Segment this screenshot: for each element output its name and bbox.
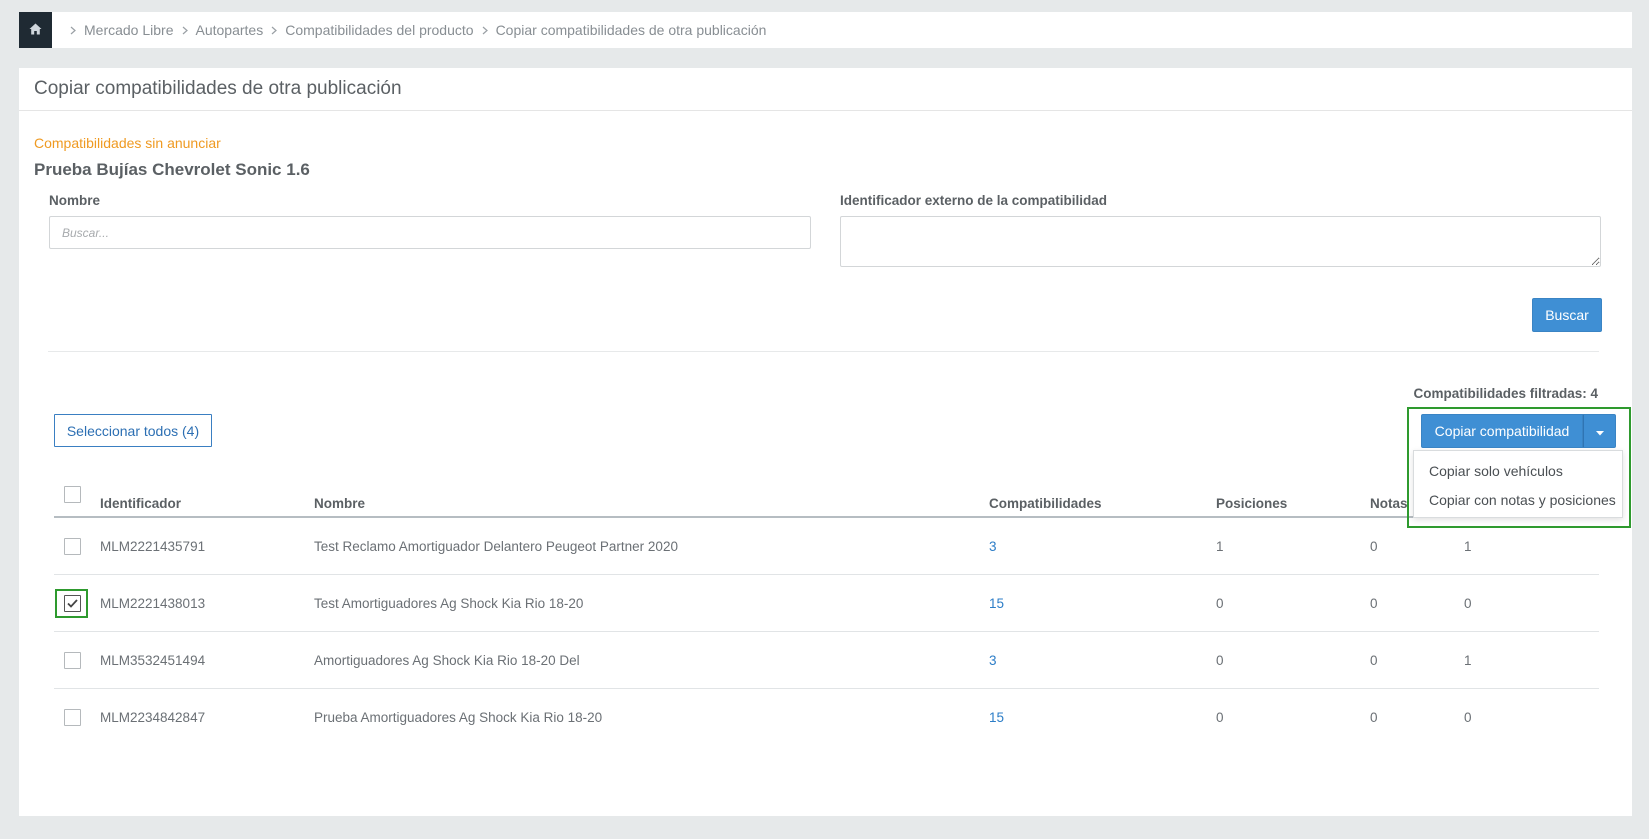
home-button[interactable]	[19, 12, 52, 48]
row-identifier: MLM3532451494	[100, 653, 206, 668]
name-search-input[interactable]	[49, 216, 811, 249]
row-checkbox[interactable]	[64, 595, 81, 612]
table-row: MLM2234842847 Prueba Amortiguadores Ag S…	[54, 689, 1599, 746]
column-header-identificador: Identificador	[100, 496, 182, 511]
compatibilities-table: Identificador Nombre Compatibilidades Po…	[54, 473, 1599, 746]
chevron-right-icon	[271, 26, 278, 35]
row-positions: 0	[1216, 596, 1224, 611]
main-panel: Copiar compatibilidades de otra publicac…	[19, 68, 1632, 816]
column-header-notas: Notas	[1370, 496, 1408, 511]
column-header-nombre: Nombre	[314, 496, 366, 511]
row-name: Amortiguadores Ag Shock Kia Rio 18-20 De…	[314, 653, 580, 668]
row-notes: 0	[1370, 539, 1378, 554]
row-name: Test Amortiguadores Ag Shock Kia Rio 18-…	[314, 596, 584, 611]
filtered-count: Compatibilidades filtradas: 4	[1413, 386, 1598, 401]
row-checkbox[interactable]	[64, 709, 81, 726]
copy-menu-highlight	[1407, 407, 1631, 528]
row-checkbox[interactable]	[64, 538, 81, 555]
row-compat-link[interactable]: 3	[989, 539, 997, 554]
row-positions: 1	[1216, 539, 1224, 554]
table-row: MLM3532451494 Amortiguadores Ag Shock Ki…	[54, 632, 1599, 689]
row-compat-link[interactable]: 15	[989, 596, 1004, 611]
row-notes: 0	[1370, 653, 1378, 668]
row-notes: 0	[1370, 596, 1378, 611]
page-title: Copiar compatibilidades de otra publicac…	[19, 68, 1632, 111]
select-all-checkbox[interactable]	[64, 486, 81, 503]
breadcrumb-item-autopartes[interactable]: Autopartes	[196, 22, 264, 38]
chevron-right-icon	[182, 26, 188, 35]
section-subtitle: Compatibilidades sin anunciar	[34, 135, 221, 151]
row-identifier: MLM2221435791	[100, 539, 206, 554]
table-header: Identificador Nombre Compatibilidades Po…	[54, 473, 1599, 518]
row-positions: 0	[1216, 710, 1224, 725]
breadcrumb-item-current: Copiar compatibilidades de otra publicac…	[495, 22, 767, 38]
row-name: Prueba Amortiguadores Ag Shock Kia Rio 1…	[314, 710, 603, 725]
row-compat-link[interactable]: 3	[989, 653, 997, 668]
table-row: MLM2221438013 Test Amortiguadores Ag Sho…	[54, 575, 1599, 632]
row-identifier: MLM2234842847	[100, 710, 206, 725]
row-name: Test Reclamo Amortiguador Delantero Peug…	[314, 539, 678, 554]
row-positions: 0	[1216, 653, 1224, 668]
breadcrumb-item-mercado-libre[interactable]: Mercado Libre	[84, 22, 174, 38]
divider	[48, 351, 1599, 352]
row-identifier: MLM2221438013	[100, 596, 206, 611]
row-checkbox[interactable]	[64, 652, 81, 669]
search-button[interactable]: Buscar	[1532, 298, 1602, 332]
row-extra: 1	[1464, 653, 1472, 668]
row-extra: 0	[1464, 596, 1472, 611]
column-header-compatibilidades: Compatibilidades	[989, 496, 1102, 511]
external-id-label: Identificador externo de la compatibilid…	[840, 193, 1108, 208]
row-compat-link[interactable]: 15	[989, 710, 1004, 725]
chevron-right-icon	[70, 26, 76, 35]
table-row: MLM2221435791 Test Reclamo Amortiguador …	[54, 518, 1599, 575]
breadcrumb-item-compatibilidades[interactable]: Compatibilidades del producto	[285, 22, 473, 38]
chevron-right-icon	[482, 26, 488, 35]
external-id-field[interactable]	[840, 216, 1601, 267]
row-extra: 0	[1464, 710, 1472, 725]
name-label: Nombre	[49, 193, 101, 208]
row-extra: 1	[1464, 539, 1472, 554]
select-all-button[interactable]: Seleccionar todos (4)	[54, 414, 212, 447]
column-header-posiciones: Posiciones	[1216, 496, 1288, 511]
check-icon	[67, 596, 78, 611]
product-name: Prueba Bujías Chevrolet Sonic 1.6	[34, 160, 310, 179]
home-icon	[29, 23, 42, 38]
row-notes: 0	[1370, 710, 1378, 725]
breadcrumb: Mercado Libre Autopartes Compatibilidade…	[19, 12, 1632, 48]
